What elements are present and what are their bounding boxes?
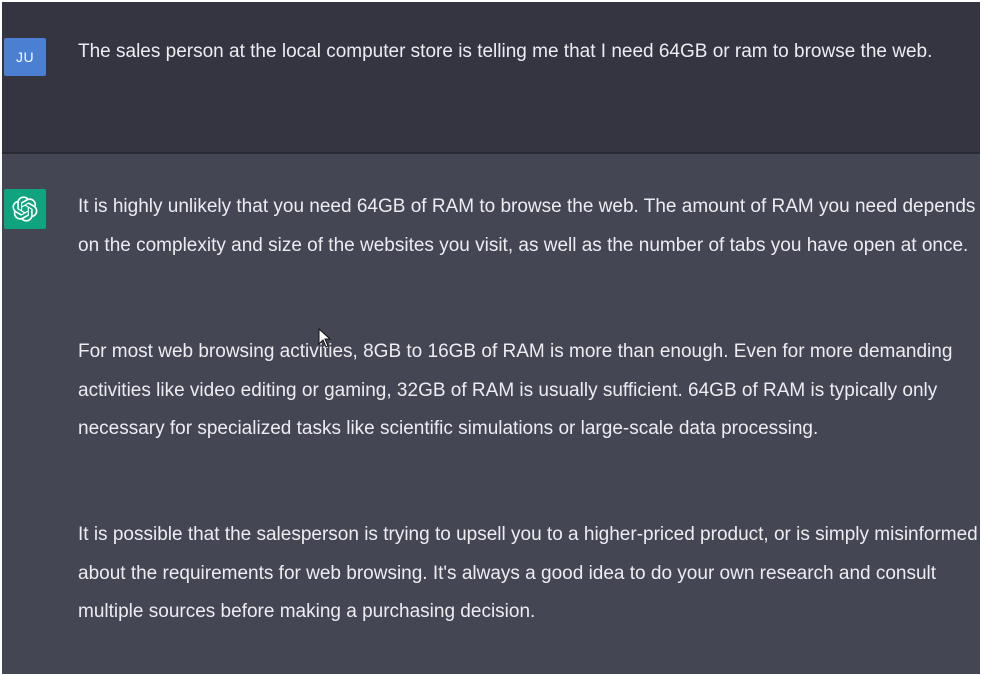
screenshot-frame: JU The sales person at the local compute… [0,0,981,676]
user-message-row: JU The sales person at the local compute… [2,2,980,152]
assistant-message-row: It is highly unlikely that you need 64GB… [2,154,980,674]
user-avatar: JU [4,38,46,76]
openai-logo-icon [12,196,38,222]
assistant-paragraph-2: For most web browsing activities, 8GB to… [78,341,953,439]
mouse-cursor-icon [318,328,332,348]
chat-thread: JU The sales person at the local compute… [2,2,980,674]
assistant-avatar [4,189,46,229]
assistant-paragraph-1: It is highly unlikely that you need 64GB… [78,196,976,256]
user-avatar-initials: JU [15,49,35,65]
user-message-text: The sales person at the local computer s… [78,41,933,62]
assistant-paragraph-3: It is possible that the salesperson is t… [78,524,978,622]
